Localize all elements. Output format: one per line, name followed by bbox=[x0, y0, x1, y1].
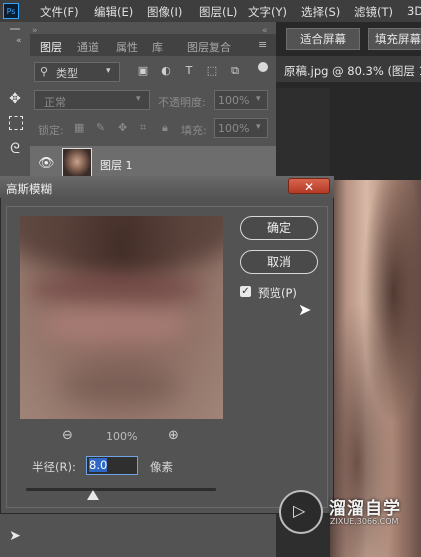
menu-layer[interactable]: 图层(L) bbox=[199, 4, 237, 20]
fill-screen-button[interactable]: 填充屏幕 bbox=[368, 28, 421, 50]
layer-name[interactable]: 图层 1 bbox=[100, 157, 133, 173]
mouse-cursor-icon: ➤ bbox=[298, 300, 312, 319]
search-icon: ⚲ bbox=[40, 65, 49, 78]
lock-all-icon[interactable]: 🔒︎ bbox=[162, 121, 168, 135]
zoom-in-icon[interactable]: ⊕ bbox=[168, 428, 179, 443]
type-filter-icon[interactable]: T bbox=[182, 64, 196, 78]
menu-type[interactable]: 文字(Y) bbox=[248, 4, 287, 20]
tab-properties[interactable]: 属性 bbox=[116, 39, 138, 55]
fill-value: 100% bbox=[218, 122, 250, 135]
watermark-name: 溜溜自学 bbox=[329, 499, 401, 519]
preview-chin-shadow bbox=[60, 366, 180, 406]
lock-image-pixels-icon[interactable]: ✎ bbox=[96, 121, 105, 134]
menu-select[interactable]: 选择(S) bbox=[301, 4, 340, 20]
ok-button[interactable]: 确定 bbox=[240, 216, 318, 240]
zoom-level: 100% bbox=[106, 430, 138, 443]
lasso-tool-icon[interactable]: ᘓ bbox=[7, 141, 23, 157]
radius-label: 半径(R): bbox=[32, 460, 76, 474]
filter-type-label: 类型 bbox=[56, 67, 78, 80]
tab-channels[interactable]: 通道 bbox=[77, 39, 99, 55]
menu-image[interactable]: 图像(I) bbox=[147, 4, 182, 20]
preview-dark-area bbox=[20, 216, 223, 276]
lock-artboard-icon[interactable]: ⌗ bbox=[140, 121, 146, 135]
blur-preview[interactable] bbox=[20, 216, 223, 419]
opacity-label: 不透明度: bbox=[158, 96, 206, 109]
double-chevron-icon[interactable]: « bbox=[16, 36, 22, 46]
tab-layers[interactable]: 图层 bbox=[40, 39, 62, 55]
visibility-eye-icon[interactable]: 👁︎ bbox=[38, 156, 55, 171]
menu-file[interactable]: 文件(F) bbox=[40, 4, 79, 20]
move-tool-icon[interactable]: ✥ bbox=[7, 91, 23, 107]
layer-thumbnail bbox=[62, 148, 92, 178]
panel-menu-icon[interactable]: ≡ bbox=[258, 38, 267, 51]
menu-filter[interactable]: 滤镜(T) bbox=[354, 4, 393, 20]
radius-unit: 像素 bbox=[150, 460, 173, 474]
double-chevron-icon[interactable]: » bbox=[32, 26, 38, 36]
dialog-title: 高斯模糊 bbox=[6, 182, 52, 196]
preview-upper-lip bbox=[28, 274, 203, 304]
fit-screen-button[interactable]: 适合屏幕 bbox=[286, 28, 360, 50]
radius-slider-track[interactable] bbox=[26, 488, 216, 491]
chevron-down-icon: ▾ bbox=[106, 66, 111, 76]
cancel-button[interactable]: 取消 bbox=[240, 250, 318, 274]
chevron-down-icon: ▾ bbox=[256, 94, 261, 104]
double-chevron-icon[interactable]: « bbox=[262, 26, 268, 36]
lock-label: 锁定: bbox=[38, 124, 64, 137]
radius-value: 8.0 bbox=[89, 458, 108, 472]
lock-position-icon[interactable]: ✥ bbox=[118, 121, 127, 134]
menu-edit[interactable]: 编辑(E) bbox=[94, 4, 133, 20]
fill-label: 填充: bbox=[181, 124, 207, 137]
tab-libraries[interactable]: 库 bbox=[152, 39, 163, 55]
play-icon: ▷ bbox=[293, 501, 306, 520]
document-tab-title: 原稿.jpg @ 80.3% (图层 1 bbox=[284, 64, 421, 78]
toolbar-collapse-handle[interactable] bbox=[10, 28, 20, 30]
preview-lower-lip bbox=[40, 304, 190, 346]
image-filter-icon[interactable]: ▣ bbox=[136, 64, 150, 78]
preview-label[interactable]: 预览(P) bbox=[258, 285, 297, 301]
zoom-out-icon[interactable]: ⊖ bbox=[62, 428, 73, 443]
shape-filter-icon[interactable]: ⬚ bbox=[205, 64, 219, 78]
preview-checkbox[interactable]: ✓ bbox=[240, 286, 251, 297]
blend-mode-value: 正常 bbox=[44, 96, 66, 109]
chevron-down-icon: ▾ bbox=[136, 94, 141, 104]
menu-3d[interactable]: 3D bbox=[407, 4, 421, 18]
opacity-value: 100% bbox=[218, 94, 250, 107]
close-button[interactable]: ✕ bbox=[288, 178, 330, 194]
watermark-url: ZIXUE.3066.COM bbox=[330, 517, 399, 526]
smart-object-filter-icon[interactable]: ⧉ bbox=[228, 64, 242, 78]
filter-toggle-icon[interactable] bbox=[258, 62, 268, 72]
radius-slider-thumb[interactable] bbox=[86, 490, 99, 500]
lock-transparent-pixels-icon[interactable]: ▦ bbox=[74, 121, 84, 134]
chevron-down-icon: ▾ bbox=[256, 122, 261, 132]
marquee-tool-icon[interactable] bbox=[9, 116, 23, 130]
adjustment-filter-icon[interactable]: ◐ bbox=[159, 64, 173, 78]
photoshop-logo-icon: Ps bbox=[3, 3, 19, 19]
tab-layer-comps[interactable]: 图层复合 bbox=[187, 39, 231, 55]
radius-input[interactable]: 8.0 bbox=[86, 456, 138, 475]
arrow-tool-icon[interactable]: ➤ bbox=[7, 528, 23, 544]
